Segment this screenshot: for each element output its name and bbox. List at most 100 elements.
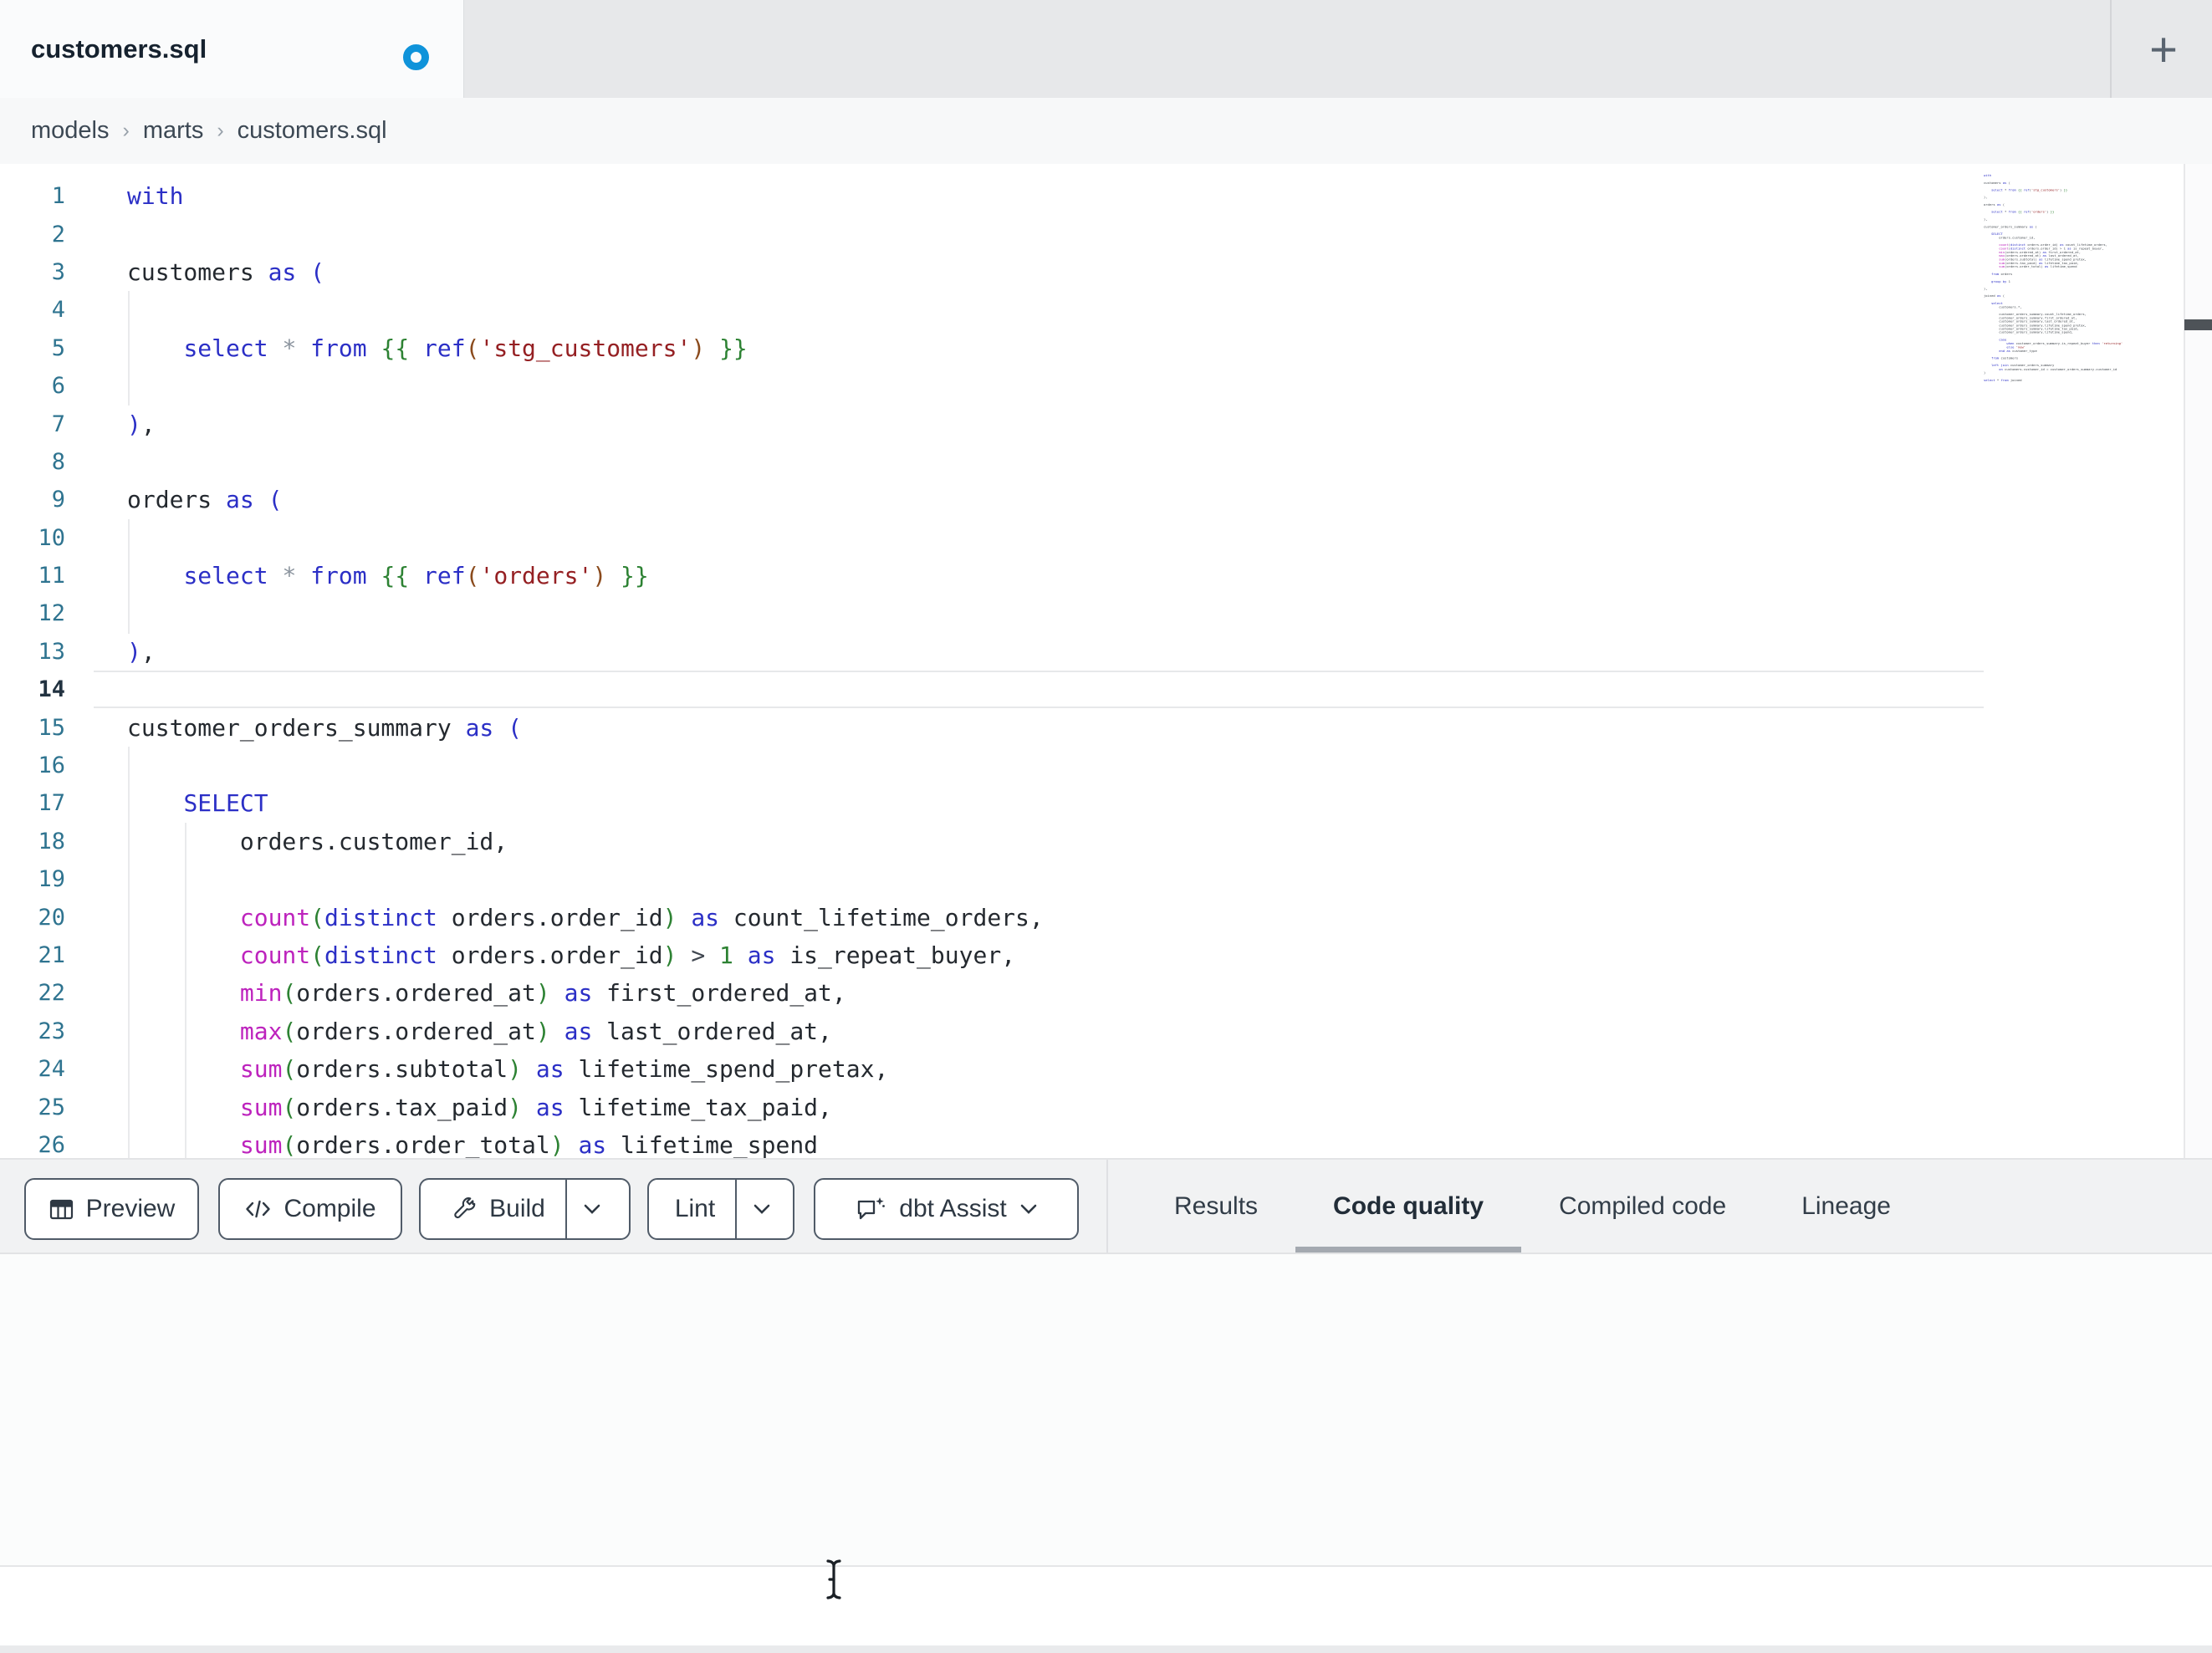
code-line[interactable]: 25 sum(orders.tax_paid) as lifetime_tax_… — [0, 1088, 1984, 1125]
tab-label: Results — [1174, 1191, 1259, 1220]
code-text: orders.customer_id, — [127, 827, 508, 855]
lint-button[interactable]: Lint — [655, 1180, 735, 1238]
tab-label: Code quality — [1333, 1191, 1484, 1220]
code-line[interactable]: 15 customer_orders_summary as ( — [0, 708, 1984, 746]
tab-code-quality[interactable]: Code quality — [1295, 1160, 1522, 1253]
new-tab-button[interactable]: + — [2134, 20, 2193, 79]
chevron-down-icon — [584, 1204, 600, 1214]
editor-scrollbar-thumb[interactable] — [2184, 319, 2212, 330]
code-text: with — [127, 182, 184, 211]
tab-lineage[interactable]: Lineage — [1764, 1160, 1928, 1253]
code-line[interactable]: 19 — [0, 860, 1984, 898]
code-line[interactable]: 4 — [0, 291, 1984, 329]
breadcrumb-item-file[interactable]: customers.sql — [238, 117, 387, 145]
code-line[interactable]: 20 count(distinct orders.order_id) as co… — [0, 898, 1984, 936]
code-line[interactable]: 14 — [0, 671, 1984, 708]
chevron-down-icon — [1020, 1204, 1037, 1214]
line-number: 11 — [38, 563, 65, 589]
line-number: 16 — [38, 753, 65, 779]
code-line[interactable]: 5 select * from {{ ref('stg_customers') … — [0, 329, 1984, 367]
code-line[interactable]: 22 min(orders.ordered_at) as first_order… — [0, 974, 1984, 1012]
code-line[interactable]: 16 — [0, 747, 1984, 784]
preview-button[interactable]: Preview — [24, 1178, 199, 1240]
code-line[interactable]: 11 select * from {{ ref('orders') }} — [0, 557, 1984, 594]
code-line[interactable]: 2 — [0, 215, 1984, 253]
minimap-code: with customers as ( select * from {{ ref… — [1984, 174, 2123, 382]
minimap[interactable]: with customers as ( select * from {{ ref… — [1984, 174, 2181, 559]
code-text: select * from {{ ref('orders') }} — [183, 562, 649, 590]
editor-scrollbar-track[interactable] — [2184, 164, 2212, 1158]
line-number: 24 — [38, 1056, 65, 1083]
indent-guide — [128, 291, 130, 406]
line-number: 23 — [38, 1018, 65, 1044]
breadcrumb-item-models[interactable]: models — [31, 117, 110, 145]
tab-compiled-code[interactable]: Compiled code — [1521, 1160, 1764, 1253]
code-text: sum(orders.order_total) as lifetime_spen… — [239, 1130, 819, 1158]
code-line[interactable]: 10 — [0, 519, 1984, 557]
result-tabs: Results Code quality Compiled code Lineage — [1137, 1160, 1928, 1253]
tab-results[interactable]: Results — [1137, 1160, 1295, 1253]
code-text: ), — [127, 637, 156, 666]
chat-sparkle-icon — [856, 1196, 886, 1222]
breadcrumb-item-marts[interactable]: marts — [143, 117, 204, 145]
text-cursor-icon — [821, 1559, 846, 1600]
compile-button-label: Compile — [284, 1195, 376, 1222]
code-line[interactable]: 12 — [0, 594, 1984, 632]
editor-tab-bar: customers.sql + — [0, 0, 2212, 99]
line-number: 9 — [51, 487, 65, 513]
code-line[interactable]: 18 orders.customer_id, — [0, 823, 1984, 860]
breadcrumb: models › marts › customers.sql — [31, 98, 387, 164]
wrench-icon — [452, 1196, 478, 1222]
code-line[interactable]: 8 — [0, 443, 1984, 481]
tabbar-divider — [2110, 0, 2112, 98]
line-number: 3 — [51, 258, 65, 285]
lint-dropdown-button[interactable] — [735, 1180, 787, 1238]
tab-customers-sql[interactable]: customers.sql — [0, 0, 464, 98]
code-line[interactable]: 17 SELECT — [0, 784, 1984, 822]
code-line[interactable]: 3 customers as ( — [0, 253, 1984, 291]
indent-guide — [128, 519, 130, 634]
build-split-button: Build — [419, 1178, 631, 1240]
line-number: 25 — [38, 1094, 65, 1120]
line-number: 26 — [38, 1131, 65, 1158]
build-button[interactable]: Build — [432, 1180, 565, 1238]
lint-button-label: Lint — [674, 1195, 716, 1222]
code-line[interactable]: 21 count(distinct orders.order_id) > 1 a… — [0, 936, 1984, 974]
code-line[interactable]: 13), — [0, 633, 1984, 671]
dbt-assist-button[interactable]: dbt Assist — [814, 1178, 1079, 1240]
active-tab-underline — [1295, 1247, 1522, 1253]
code-text: sum(orders.subtotal) as lifetime_spend_p… — [239, 1055, 889, 1084]
line-number: 2 — [51, 221, 65, 247]
line-number: 8 — [51, 448, 65, 475]
code-line[interactable]: 24 sum(orders.subtotal) as lifetime_spen… — [0, 1050, 1984, 1088]
line-number: 22 — [38, 980, 65, 1007]
code-text: ), — [127, 410, 156, 438]
sql-code-editor[interactable]: 1 with 2 3 customers as (4 5 select * from {{… — [0, 164, 2212, 1158]
code-line[interactable]: 9 orders as ( — [0, 481, 1984, 518]
code-line[interactable]: 6 — [0, 367, 1984, 405]
status-bar: Defer to staging/production ? Ready — [0, 1565, 2212, 1645]
build-dropdown-button[interactable] — [564, 1180, 617, 1238]
code-text: customers as ( — [127, 258, 325, 286]
code-text: select * from {{ ref('stg_customers') }} — [183, 334, 748, 362]
code-line[interactable]: 23 max(orders.ordered_at) as last_ordere… — [0, 1013, 1984, 1050]
code-line[interactable]: 7), — [0, 405, 1984, 442]
chevron-down-icon — [754, 1204, 770, 1214]
dbt-cloud-ide-window: customers.sql + models › marts › custome… — [0, 0, 2212, 1653]
lint-split-button: Lint — [647, 1178, 794, 1240]
indent-guide — [185, 823, 186, 1158]
code-line[interactable]: 26 sum(orders.order_total) as lifetime_s… — [0, 1126, 1984, 1158]
line-number: 4 — [51, 297, 65, 324]
table-icon — [49, 1197, 74, 1222]
line-number: 13 — [38, 638, 65, 665]
compile-button[interactable]: Compile — [218, 1178, 402, 1240]
code-line[interactable]: 1 with — [0, 177, 1984, 215]
line-number: 15 — [38, 714, 65, 741]
tab-label: Compiled code — [1559, 1191, 1727, 1220]
code-text: count(distinct orders.order_id) as count… — [239, 903, 1044, 931]
